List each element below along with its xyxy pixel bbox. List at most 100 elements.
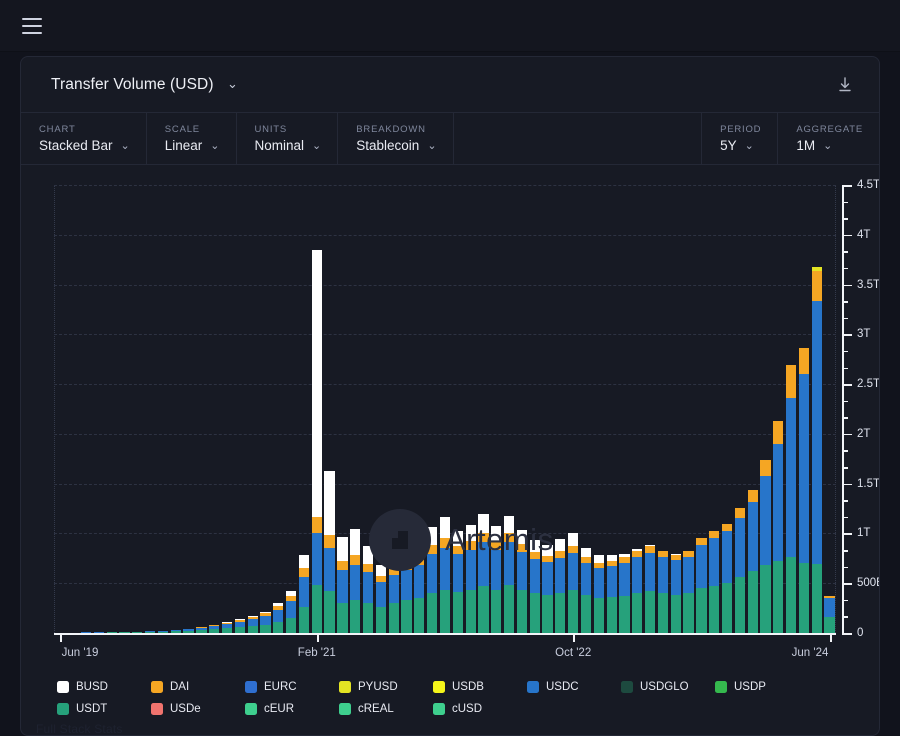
bar-column[interactable] [683, 551, 693, 633]
bar-column[interactable] [286, 591, 296, 633]
legend-label: PYUSD [358, 681, 398, 693]
legend-item-usdp[interactable]: USDP [715, 681, 809, 693]
bar-column[interactable] [478, 514, 488, 633]
bar-column[interactable] [799, 348, 809, 633]
control-chart-type[interactable]: CHART Stacked Bar ⌄ [21, 113, 147, 164]
bar-column[interactable] [671, 554, 681, 633]
bar-column[interactable] [504, 516, 514, 633]
bar-column[interactable] [517, 530, 527, 634]
plot-canvas [54, 185, 836, 633]
bar-column[interactable] [709, 531, 719, 633]
bar-column[interactable] [466, 525, 476, 633]
control-units[interactable]: UNITS Nominal ⌄ [237, 113, 339, 164]
bar-column[interactable] [696, 538, 706, 633]
legend-item-dai[interactable]: DAI [151, 681, 245, 693]
legend-item-ceur[interactable]: cEUR [245, 703, 339, 715]
y-tick-minor [844, 450, 848, 452]
bar-segment-busd [312, 250, 322, 517]
bar-column[interactable] [722, 524, 732, 633]
bar-column[interactable] [440, 517, 450, 633]
bar-column[interactable] [453, 531, 463, 633]
bar-column[interactable] [337, 537, 347, 633]
legend-item-cusd[interactable]: cUSD [433, 703, 527, 715]
control-aggregate-label: AGGREGATE [796, 124, 863, 135]
bar-column[interactable] [786, 365, 796, 633]
legend-item-creal[interactable]: cREAL [339, 703, 433, 715]
control-breakdown[interactable]: BREAKDOWN Stablecoin ⌄ [338, 113, 453, 164]
bar-column[interactable] [299, 555, 309, 633]
bar-column[interactable] [235, 619, 245, 633]
legend-item-usdt[interactable]: USDT [57, 703, 151, 715]
bar-column[interactable] [581, 548, 591, 633]
bar-column[interactable] [594, 555, 604, 633]
bar-column[interactable] [401, 548, 411, 633]
bar-column[interactable] [530, 540, 540, 633]
bar-segment-busd [337, 537, 347, 561]
chevron-down-icon: ⌄ [427, 139, 436, 152]
chevron-down-icon: ⌄ [210, 139, 219, 152]
y-tick-minor [844, 251, 848, 253]
bar-column[interactable] [389, 556, 399, 633]
legend-item-usdc[interactable]: USDC [527, 681, 621, 693]
bar-column[interactable] [824, 596, 834, 633]
bar-column[interactable] [658, 551, 668, 633]
bar-column[interactable] [619, 554, 629, 633]
bar-column[interactable] [248, 616, 258, 634]
control-scale[interactable]: SCALE Linear ⌄ [147, 113, 237, 164]
bar-segment-usdc [645, 553, 655, 591]
legend-swatch [527, 681, 539, 693]
bar-segment-dai [542, 556, 552, 563]
legend-item-busd[interactable]: BUSD [57, 681, 151, 693]
page-title[interactable]: Transfer Volume (USD) ⌄ [51, 76, 238, 94]
legend-item-usdglo[interactable]: USDGLO [621, 681, 715, 693]
legend-item-eurc[interactable]: EURC [245, 681, 339, 693]
control-aggregate[interactable]: AGGREGATE 1M ⌄ [778, 113, 879, 164]
bar-column[interactable] [555, 539, 565, 633]
control-units-label: UNITS [255, 124, 322, 135]
legend-item-usdb[interactable]: USDB [433, 681, 527, 693]
bar-segment-dai [760, 460, 770, 476]
bar-column[interactable] [376, 565, 386, 633]
bar-segment-usdt [671, 595, 681, 633]
bar-column[interactable] [414, 540, 424, 633]
bar-column[interactable] [735, 508, 745, 633]
chevron-down-icon: ⌄ [227, 76, 238, 92]
bar-column[interactable] [491, 526, 501, 633]
bar-column[interactable] [607, 555, 617, 633]
bar-column[interactable] [632, 549, 642, 633]
bar-column[interactable] [209, 625, 219, 633]
bar-column[interactable] [273, 603, 283, 633]
y-tick-major [844, 484, 852, 486]
legend-item-pyusd[interactable]: PYUSD [339, 681, 433, 693]
hamburger-icon[interactable] [22, 18, 42, 34]
chevron-down-icon: ⌄ [121, 139, 130, 152]
bar-segment-usdt [453, 592, 463, 633]
bar-column[interactable] [542, 545, 552, 633]
bar-column[interactable] [363, 546, 373, 633]
bar-segment-usdc [273, 610, 283, 622]
bar-column[interactable] [222, 622, 232, 633]
bar-column[interactable] [773, 421, 783, 633]
bar-column[interactable] [427, 527, 437, 633]
legend-label: USDGLO [640, 681, 689, 693]
bar-column[interactable] [324, 471, 334, 633]
legend-swatch [339, 703, 351, 715]
control-period[interactable]: PERIOD 5Y ⌄ [702, 113, 778, 164]
bar-column[interactable] [350, 529, 360, 633]
bar-column[interactable] [645, 545, 655, 633]
bar-column[interactable] [312, 250, 322, 633]
bar-column[interactable] [748, 490, 758, 633]
bar-column[interactable] [760, 460, 770, 633]
legend-item-usde[interactable]: USDe [151, 703, 245, 715]
bar-segment-dai [478, 533, 488, 542]
bar-segment-usdt [299, 607, 309, 633]
bar-column[interactable] [568, 533, 578, 633]
bar-segment-usdt [812, 564, 822, 633]
bar-column[interactable] [812, 267, 822, 633]
download-icon[interactable] [835, 75, 855, 95]
bar-segment-usdt [376, 607, 386, 633]
y-tick-minor [844, 467, 848, 469]
bar-segment-usdc [671, 560, 681, 595]
bar-segment-busd [517, 530, 527, 545]
bar-column[interactable] [260, 612, 270, 633]
